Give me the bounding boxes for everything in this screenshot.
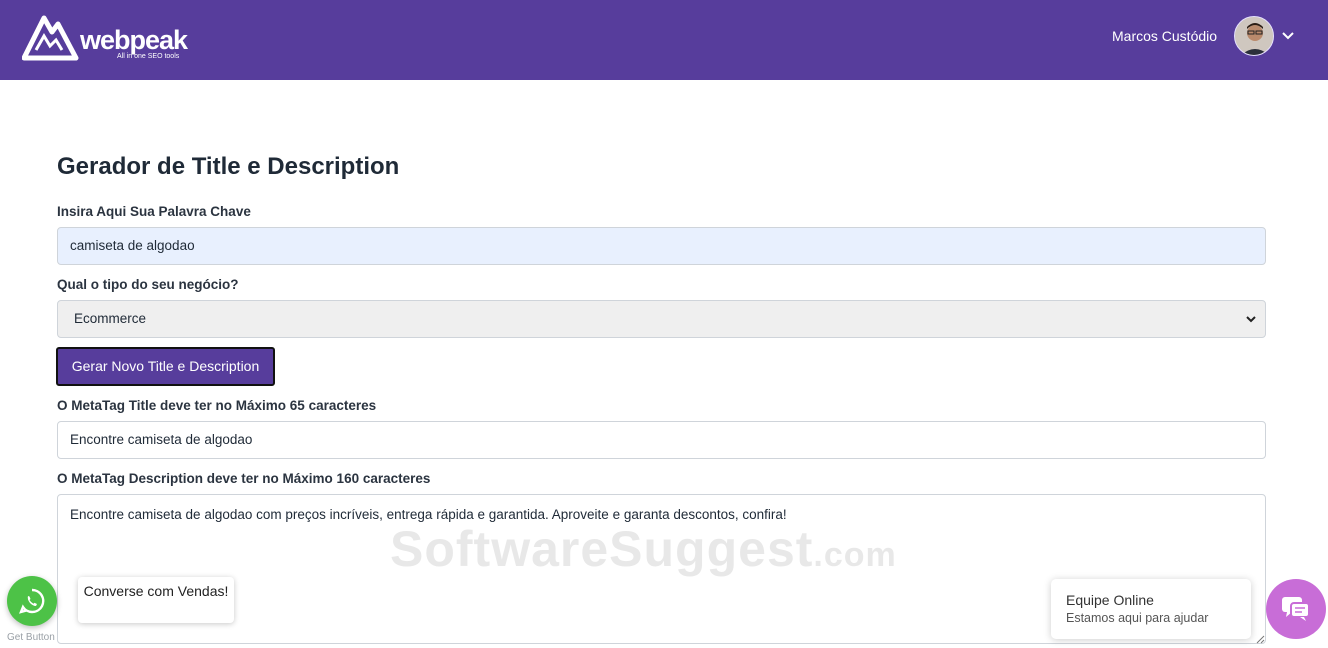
logo-wordmark: webpeak (80, 25, 188, 55)
watermark-suffix: .com (813, 536, 897, 574)
webpeak-logo[interactable]: webpeak All in one SEO tools (22, 12, 192, 64)
chevron-down-icon[interactable] (1280, 28, 1296, 44)
user-name[interactable]: Marcos Custódio (1112, 28, 1217, 44)
meta-title-label: O MetaTag Title deve ter no Máximo 65 ca… (57, 398, 377, 413)
whatsapp-icon (18, 588, 45, 614)
watermark: SoftwareSuggest.com (390, 520, 897, 578)
keyword-input[interactable]: camiseta de algodao (57, 227, 1266, 265)
mountain-logo-icon (22, 15, 79, 61)
meta-title-input[interactable]: Encontre camiseta de algodao (57, 421, 1266, 459)
watermark-main: SoftwareSuggest (390, 521, 814, 577)
keyword-label: Insira Aqui Sua Palavra Chave (57, 204, 251, 219)
business-type-label: Qual o tipo do seu negócio? (57, 277, 239, 292)
logo-tagline: All in one SEO tools (117, 53, 180, 60)
chat-icon (1282, 597, 1310, 621)
chevron-down-icon (1246, 316, 1256, 323)
getbutton-credit[interactable]: Get Button (7, 632, 55, 643)
business-type-value: Ecommerce (74, 311, 147, 326)
page-title: Gerador de Title e Description (57, 153, 400, 180)
resize-handle-icon[interactable] (1255, 634, 1265, 644)
avatar-photo-icon (1235, 17, 1273, 55)
business-type-select[interactable]: Ecommerce (57, 300, 1266, 338)
whatsapp-bubble[interactable]: Converse com Vendas! (78, 577, 234, 623)
user-avatar[interactable] (1234, 16, 1274, 56)
chat-subtitle: Estamos aqui para ajudar (1066, 611, 1209, 625)
top-navbar: webpeak All in one SEO tools Marcos Cust… (0, 0, 1328, 80)
chat-button[interactable] (1266, 579, 1326, 639)
whatsapp-button[interactable] (7, 576, 57, 626)
chat-status-bubble[interactable]: Equipe Online Estamos aqui para ajudar (1051, 579, 1251, 639)
meta-description-label: O MetaTag Description deve ter no Máximo… (57, 471, 431, 486)
generate-button[interactable]: Gerar Novo Title e Description (56, 347, 275, 386)
chat-status: Equipe Online (1066, 592, 1154, 608)
